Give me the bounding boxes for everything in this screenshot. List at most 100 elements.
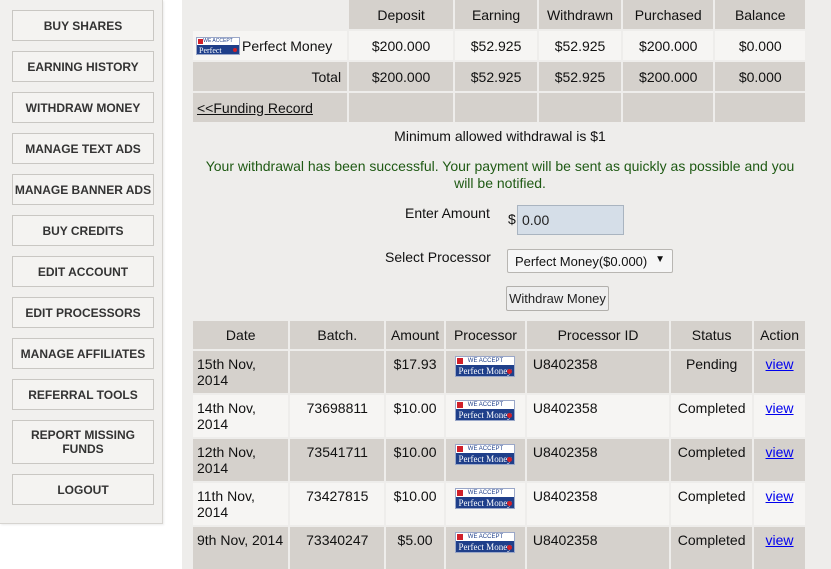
withdrawal-history-table: Date Batch. Amount Processor Processor I… [191,319,807,569]
logo-top-text: WE ACCEPT [467,490,504,496]
balance-header-row: Deposit Earning Withdrawn Purchased Bala… [193,0,805,29]
sidebar-item-manage-banner-ads[interactable]: MANAGE BANNER ADS [12,174,154,205]
history-header: Amount [386,321,445,349]
action-cell: view [754,483,805,525]
date-cell: 11th Nov, 2014 [193,483,289,525]
table-row: 9th Nov, 2014 73340247 $5.00 WE ACCEPT P… [193,527,805,569]
view-link[interactable]: view [766,532,794,548]
sidebar-item-report-missing-funds[interactable]: REPORT MISSING FUNDS [12,420,154,464]
processor-cell: WE ACCEPT Perfect Money [446,395,525,437]
history-header: Action [754,321,805,349]
success-message: Your withdrawal has been successful. You… [205,158,795,191]
action-cell: view [754,395,805,437]
view-link[interactable]: view [766,488,794,504]
balance-header: Balance [715,0,805,29]
total-withdrawn: $52.925 [539,62,622,91]
status-cell: Pending [671,351,753,393]
withdrawn-value: $52.925 [539,31,622,60]
batch-cell: 73340247 [290,527,385,569]
batch-cell: 73427815 [290,483,385,525]
history-header: Status [671,321,753,349]
view-link[interactable]: view [766,400,794,416]
sidebar: BUY SHARES EARNING HISTORY WITHDRAW MONE… [0,0,163,524]
sidebar-item-label: BUY SHARES [43,18,123,33]
status-cell: Completed [671,483,753,525]
sidebar-item-label: REFERRAL TOOLS [28,387,138,402]
sidebar-item-label: MANAGE TEXT ADS [25,141,141,156]
processor-id-cell: U8402358 [526,483,670,525]
purchased-value: $200.000 [623,31,714,60]
processor-select[interactable]: Perfect Money($0.000) ▼ [507,249,673,273]
amount-input[interactable] [517,205,624,235]
batch-cell: 73698811 [290,395,385,437]
sidebar-item-edit-account[interactable]: EDIT ACCOUNT [12,256,154,287]
empty-cell [455,93,538,122]
dropdown-arrow-icon: ▼ [655,254,665,265]
sidebar-item-earning-history[interactable]: EARNING HISTORY [12,51,154,82]
history-header: Processor ID [526,321,670,349]
date-cell: 15th Nov, 2014 [193,351,289,393]
total-label: Total [193,62,348,91]
table-row: 12th Nov, 2014 73541711 $10.00 WE ACCEPT… [193,439,805,481]
perfect-money-logo: WE ACCEPT Perfect Money [455,356,516,377]
logo-bottom-text: Perfect Money [199,45,222,55]
sidebar-item-logout[interactable]: LOGOUT [12,474,154,505]
logo-bottom-text: Perfect Money [458,542,512,552]
action-cell: view [754,439,805,481]
sidebar-item-label: EDIT PROCESSORS [25,305,141,320]
sidebar-item-manage-affiliates[interactable]: MANAGE AFFILIATES [12,338,154,369]
amount-cell: $10.00 [386,395,445,437]
total-balance: $0.000 [715,62,805,91]
total-purchased: $200.000 [623,62,714,91]
action-cell: view [754,351,805,393]
logo-top-text: WE ACCEPT [467,402,504,408]
sidebar-item-withdraw-money[interactable]: WITHDRAW MONEY [12,92,154,123]
perfect-money-logo: WE ACCEPT Perfect Money [455,488,516,509]
main-content: Deposit Earning Withdrawn Purchased Bala… [182,0,831,569]
empty-cell [623,93,714,122]
table-row: 14th Nov, 2014 73698811 $10.00 WE ACCEPT… [193,395,805,437]
processor-cell: WE ACCEPT Perfect Money [446,439,525,481]
withdraw-money-button[interactable]: Withdraw Money [506,286,609,311]
processor-label: Select Processor [385,249,491,265]
sidebar-item-label: EARNING HISTORY [27,59,139,74]
logo-top-text: WE ACCEPT [467,358,504,364]
view-link[interactable]: view [766,356,794,372]
sidebar-item-referral-tools[interactable]: REFERRAL TOOLS [12,379,154,410]
sidebar-item-buy-credits[interactable]: BUY CREDITS [12,215,154,246]
sidebar-item-buy-shares[interactable]: BUY SHARES [12,10,154,41]
table-row: 11th Nov, 2014 73427815 $10.00 WE ACCEPT… [193,483,805,525]
date-cell: 14th Nov, 2014 [193,395,289,437]
empty-cell [539,93,622,122]
balance-header-blank [193,0,347,29]
sidebar-item-label: REPORT MISSING FUNDS [30,428,135,456]
total-earning: $52.925 [455,62,538,91]
sidebar-item-manage-text-ads[interactable]: MANAGE TEXT ADS [12,133,154,164]
balance-value: $0.000 [715,31,805,60]
processor-id-cell: U8402358 [526,527,670,569]
deposit-value: $200.000 [349,31,454,60]
balance-header: Purchased [623,0,714,29]
table-row: 15th Nov, 2014 $17.93 WE ACCEPT Perfect … [193,351,805,393]
balance-header: Earning [455,0,538,29]
sidebar-item-label: LOGOUT [57,482,109,497]
sidebar-item-edit-processors[interactable]: EDIT PROCESSORS [12,297,154,328]
processor-id-cell: U8402358 [526,439,670,481]
total-row: Total $200.000 $52.925 $52.925 $200.000 … [193,62,805,91]
processor-id-cell: U8402358 [526,351,670,393]
view-link[interactable]: view [766,444,794,460]
history-header: Date [193,321,289,349]
history-header: Processor [446,321,525,349]
processor-id-cell: U8402358 [526,395,670,437]
balance-header: Deposit [349,0,454,29]
logo-top-text: WE ACCEPT [203,37,233,44]
balance-header: Withdrawn [539,0,622,29]
currency-symbol: $ [508,211,516,227]
sidebar-item-label: EDIT ACCOUNT [37,264,129,279]
logo-top-text: WE ACCEPT [467,534,504,540]
processor-cell: WE ACCEPT Perfect Money [446,527,525,569]
processor-cell: WE ACCEPT Perfect Money [446,351,525,393]
empty-cell [349,93,454,122]
date-cell: 12th Nov, 2014 [193,439,289,481]
funding-record-link[interactable]: <<Funding Record [193,93,348,122]
